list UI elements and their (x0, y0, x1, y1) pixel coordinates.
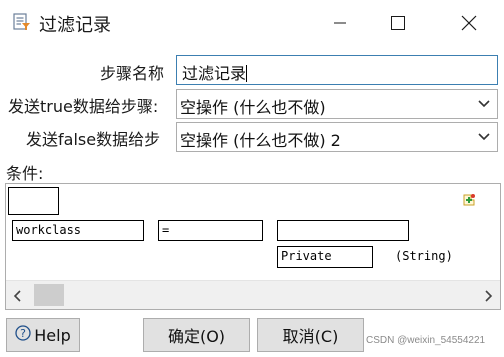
condition-field-box[interactable]: workclass (12, 220, 144, 241)
horizontal-scrollbar[interactable] (6, 280, 500, 309)
watermark: CSDN @weixin_54554221 (366, 335, 486, 346)
false-target-label: 发送false数据给步 (26, 130, 161, 149)
step-name-value: 过滤记录 (182, 64, 247, 83)
condition-operator: = (162, 223, 170, 237)
ok-button[interactable]: 确定(O) (143, 318, 250, 352)
add-condition-icon[interactable] (461, 192, 477, 212)
false-target-select[interactable]: 空操作 (什么也不做) 2 (176, 122, 498, 152)
condition-field: workclass (16, 223, 82, 237)
condition-operator-box[interactable]: = (158, 220, 263, 241)
true-target-value: 空操作 (什么也不做) (180, 98, 326, 117)
minimize-button[interactable] (317, 0, 363, 46)
close-button[interactable] (446, 0, 492, 46)
cancel-button[interactable]: 取消(C) (257, 318, 364, 352)
step-name-input[interactable]: 过滤记录 (176, 55, 498, 85)
scroll-left-icon[interactable] (6, 281, 30, 309)
condition-value-box[interactable]: Private (277, 246, 373, 268)
step-name-label: 步骤名称 (100, 64, 165, 83)
scroll-right-icon[interactable] (476, 281, 500, 309)
ok-label: 确定(O) (167, 327, 226, 346)
scrollbar-thumb[interactable] (34, 284, 64, 306)
close-icon (461, 15, 477, 31)
filter-rows-dialog: 过滤记录 步骤名称 过滤记录 发送true数据给步骤: 空操作 (什么也不做) (0, 0, 504, 357)
condition-value: Private (281, 249, 332, 263)
help-icon: ? (15, 325, 31, 345)
negate-box[interactable] (8, 187, 59, 215)
condition-value-type: (String) (395, 249, 453, 263)
svg-text:?: ? (20, 327, 26, 340)
text-caret (246, 65, 248, 82)
minimize-icon (334, 22, 346, 24)
condition-compare-field-box[interactable] (277, 220, 409, 241)
filter-rows-icon (13, 13, 31, 31)
false-target-value: 空操作 (什么也不做) 2 (180, 131, 341, 150)
maximize-button[interactable] (375, 0, 421, 46)
help-label: Help (34, 325, 71, 345)
chevron-down-icon[interactable] (471, 90, 497, 118)
cancel-label: 取消(C) (282, 327, 339, 346)
maximize-icon (391, 16, 405, 30)
chevron-down-icon[interactable] (471, 123, 497, 151)
conditions-panel[interactable]: workclass = Private (String) (5, 183, 501, 310)
help-button[interactable]: ? Help (6, 318, 80, 352)
true-target-select[interactable]: 空操作 (什么也不做) (176, 89, 498, 119)
conditions-label: 条件: (6, 164, 44, 183)
title-bar: 过滤记录 (0, 0, 504, 46)
window-title: 过滤记录 (39, 15, 111, 36)
true-target-label: 发送true数据给步骤: (8, 97, 159, 116)
